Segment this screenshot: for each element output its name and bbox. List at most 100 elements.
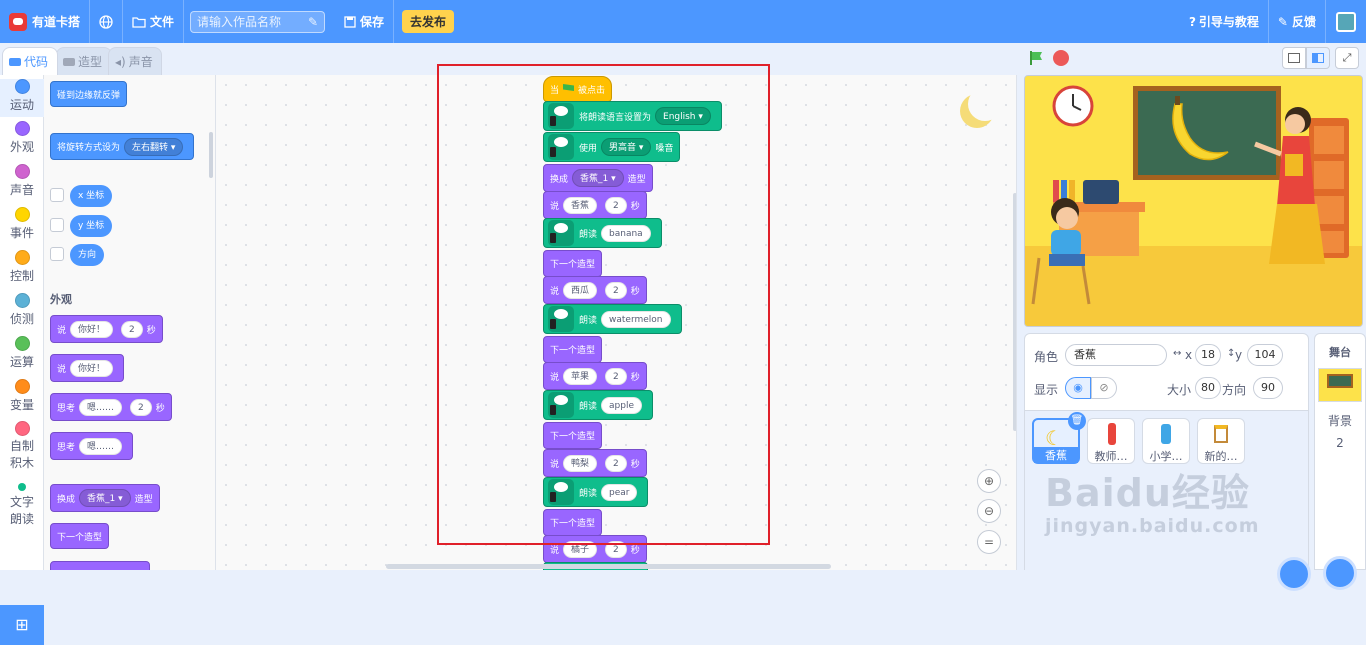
sprite-thumb-new[interactable]: 新的… xyxy=(1197,418,1245,464)
say-seconds-input[interactable]: 2 xyxy=(605,454,627,472)
workspace-vertical-scrollbar[interactable] xyxy=(1013,193,1016,431)
direction-reporter[interactable]: 方向 xyxy=(70,244,105,266)
say-seconds-input[interactable]: 2 xyxy=(605,540,627,558)
size-input[interactable]: 80 xyxy=(1195,377,1221,399)
say-text-input[interactable]: 香蕉 xyxy=(563,196,598,214)
when-flag-clicked-block[interactable]: 当 被点击 xyxy=(543,76,613,102)
project-title-input[interactable]: 请输入作品名称 ✎ xyxy=(190,10,326,33)
add-extension-button[interactable]: ⊞ xyxy=(0,605,44,645)
think-text-input[interactable]: 嗯…… xyxy=(79,398,123,416)
palette-think-for-block[interactable]: 思考 嗯…… 2 秒 xyxy=(50,393,172,421)
x-position-checkbox[interactable] xyxy=(50,188,64,202)
palette-partial-block[interactable] xyxy=(50,561,150,570)
file-menu[interactable]: 文件 xyxy=(123,0,183,43)
next-costume-block[interactable]: 下一个造型 xyxy=(543,250,603,277)
next-costume-block[interactable]: 下一个造型 xyxy=(543,422,603,449)
sprite-thumb-teacher[interactable]: 教师… xyxy=(1087,418,1135,464)
language-dropdown[interactable]: English ▾ xyxy=(655,107,711,125)
guide-button[interactable]: ? 引导与教程 xyxy=(1180,0,1268,43)
save-button[interactable]: 保存 xyxy=(335,0,393,43)
say-seconds-input[interactable]: 2 xyxy=(605,367,627,385)
category-sound[interactable]: 声音 xyxy=(0,164,44,198)
say-text-input[interactable]: 你好！ xyxy=(70,359,114,377)
costume-dropdown[interactable]: 香蕉_1 ▾ xyxy=(79,489,131,507)
add-sprite-button[interactable] xyxy=(1277,557,1311,591)
think-text-input[interactable]: 嗯…… xyxy=(79,437,123,455)
stop-button[interactable] xyxy=(1053,50,1069,66)
read-text-input[interactable]: pear xyxy=(601,483,638,501)
say-text-input[interactable]: 你好！ xyxy=(70,320,114,338)
read-text-input[interactable]: banana xyxy=(601,224,651,242)
costume-dropdown[interactable]: 香蕉_1 ▾ xyxy=(572,169,624,187)
stage-target-panel[interactable]: 舞台 背景 2 xyxy=(1314,333,1366,590)
fullscreen-button[interactable]: ⤢ xyxy=(1335,47,1359,69)
palette-bounce-block[interactable]: 碰到边缘就反弹 xyxy=(50,81,128,107)
say-text-input[interactable]: 橘子 xyxy=(563,540,598,558)
y-position-checkbox[interactable] xyxy=(50,218,64,232)
sprite-thumb-student[interactable]: 小学… xyxy=(1142,418,1190,464)
add-backdrop-button[interactable] xyxy=(1323,556,1357,590)
category-looks[interactable]: 外观 xyxy=(0,121,44,155)
set-language-block[interactable]: 将朗读语言设置为 English ▾ xyxy=(543,101,722,131)
direction-input[interactable]: 90 xyxy=(1253,377,1283,399)
voice-dropdown[interactable]: 男高音 ▾ xyxy=(601,138,652,156)
zoom-out-button[interactable]: ⊖ xyxy=(977,499,1001,523)
script-workspace[interactable]: 当 被点击 将朗读语言设置为 English ▾ 使用 男高音 ▾ 嗓音 换成 香蕉_1 … xyxy=(216,75,1017,570)
tab-code[interactable]: 代码 xyxy=(2,47,58,75)
category-sensing[interactable]: 侦测 xyxy=(0,293,44,327)
category-text-to-speech[interactable]: 文字朗读 xyxy=(0,483,44,528)
tab-sound[interactable]: ◂) 声音 xyxy=(108,47,162,75)
show-hidden-button[interactable]: ⊘ xyxy=(1091,377,1117,399)
app-logo[interactable]: 有道卡搭 xyxy=(0,0,89,43)
y-input[interactable]: 104 xyxy=(1247,344,1283,366)
read-aloud-block[interactable]: 朗读 apple xyxy=(543,390,653,420)
large-stage-button[interactable] xyxy=(1306,47,1330,69)
small-stage-button[interactable] xyxy=(1282,47,1306,69)
say-block[interactable]: 说鸭梨 2 秒 xyxy=(543,449,647,477)
y-position-reporter[interactable]: y 坐标 xyxy=(70,215,113,237)
read-aloud-block[interactable]: 朗读 banana xyxy=(543,218,662,248)
direction-checkbox[interactable] xyxy=(50,247,64,261)
workspace-horizontal-scrollbar[interactable] xyxy=(386,564,831,569)
rotation-dropdown[interactable]: 左右翻转 ▾ xyxy=(124,137,184,156)
switch-costume-block[interactable]: 换成 香蕉_1 ▾ 造型 xyxy=(543,164,653,192)
say-seconds-input[interactable]: 2 xyxy=(121,320,143,338)
think-seconds-input[interactable]: 2 xyxy=(130,398,152,416)
palette-scrollbar[interactable] xyxy=(209,132,213,178)
palette-switch-costume-block[interactable]: 换成 香蕉_1 ▾ 造型 xyxy=(50,484,160,512)
category-events[interactable]: 事件 xyxy=(0,207,44,241)
feedback-button[interactable]: ✎ 反馈 xyxy=(1269,0,1325,43)
say-block[interactable]: 说香蕉 2 秒 xyxy=(543,191,647,219)
category-operators[interactable]: 运算 xyxy=(0,336,44,370)
category-my-blocks[interactable]: 自制积木 xyxy=(0,421,44,472)
sprite-thumb-banana[interactable]: ☾ 香蕉 🗑 xyxy=(1032,412,1086,464)
say-block[interactable]: 说橘子 2 秒 xyxy=(543,535,647,563)
stage-thumbnail[interactable] xyxy=(1318,368,1362,402)
palette-say-for-block[interactable]: 说你好！ 2 秒 xyxy=(50,315,163,343)
category-motion[interactable]: 运动 xyxy=(0,79,44,117)
x-input[interactable]: 18 xyxy=(1195,344,1221,366)
next-costume-block[interactable]: 下一个造型 xyxy=(543,336,603,363)
say-text-input[interactable]: 西瓜 xyxy=(563,281,598,299)
say-text-input[interactable]: 鸭梨 xyxy=(563,454,598,472)
say-block[interactable]: 说苹果 2 秒 xyxy=(543,362,647,390)
palette-rotation-block[interactable]: 将旋转方式设为 左右翻转 ▾ xyxy=(50,133,195,160)
read-text-input[interactable]: watermelon xyxy=(601,310,671,328)
say-seconds-input[interactable]: 2 xyxy=(605,196,627,214)
publish-button[interactable]: 去发布 xyxy=(402,10,455,33)
say-block[interactable]: 说西瓜 2 秒 xyxy=(543,276,647,304)
delete-sprite-button[interactable]: 🗑 xyxy=(1068,412,1086,430)
sprite-name-input[interactable]: 香蕉 xyxy=(1065,344,1167,366)
palette-think-block[interactable]: 思考 嗯…… xyxy=(50,432,134,460)
say-seconds-input[interactable]: 2 xyxy=(605,281,627,299)
stage-canvas[interactable] xyxy=(1024,75,1363,327)
x-position-reporter[interactable]: x 坐标 xyxy=(70,185,113,207)
set-voice-block[interactable]: 使用 男高音 ▾ 嗓音 xyxy=(543,132,681,162)
read-aloud-block[interactable]: 朗读 watermelon xyxy=(543,304,682,334)
green-flag-button[interactable] xyxy=(1028,50,1044,66)
say-text-input[interactable]: 苹果 xyxy=(563,367,598,385)
palette-next-costume-block[interactable]: 下一个造型 xyxy=(50,523,110,549)
category-variables[interactable]: 变量 xyxy=(0,379,44,413)
next-costume-block[interactable]: 下一个造型 xyxy=(543,509,603,536)
zoom-in-button[interactable]: ⊕ xyxy=(977,469,1001,493)
